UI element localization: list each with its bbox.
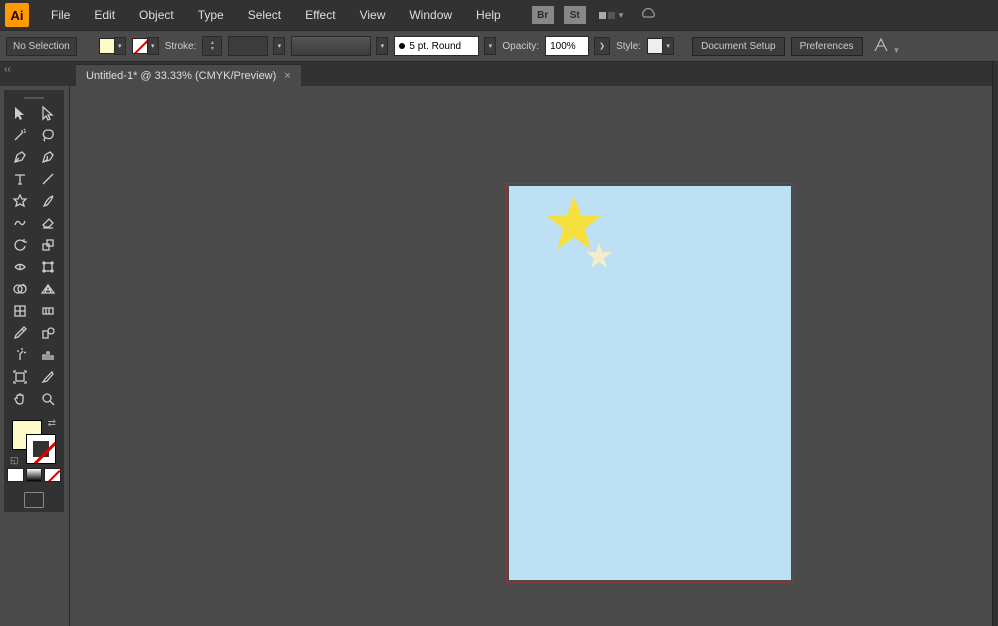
magic-wand-tool[interactable] [6, 124, 34, 146]
symbol-sprayer-tool[interactable] [6, 344, 34, 366]
brush-label: 5 pt. Round [409, 41, 461, 52]
paintbrush-tool[interactable] [34, 190, 62, 212]
fill-stroke-control[interactable]: ⇄ ◱ [6, 418, 62, 464]
color-mode-none[interactable] [44, 468, 61, 482]
variable-width-profile[interactable] [291, 36, 371, 56]
chevron-down-icon: ▾ [114, 37, 126, 55]
stock-icon[interactable]: St [564, 6, 586, 24]
chevron-down-icon: ▾ [619, 10, 624, 21]
tab-title: Untitled-1* @ 33.33% (CMYK/Preview) [86, 70, 276, 82]
no-stroke-icon [132, 38, 148, 54]
scale-tool[interactable] [34, 234, 62, 256]
opacity-field[interactable]: 100% [545, 36, 589, 56]
free-transform-tool[interactable] [34, 256, 62, 278]
menu-edit[interactable]: Edit [84, 4, 125, 26]
fill-color-icon [99, 38, 115, 54]
selection-status: No Selection [6, 37, 77, 56]
column-graph-tool[interactable] [34, 344, 62, 366]
close-icon[interactable]: × [284, 70, 290, 82]
width-tool[interactable] [6, 256, 34, 278]
eyedropper-tool[interactable] [6, 322, 34, 344]
shape-tool[interactable] [6, 190, 34, 212]
style-swatch-icon [647, 38, 663, 54]
type-tool[interactable] [6, 168, 34, 190]
menu-view[interactable]: View [350, 4, 396, 26]
bridge-icon[interactable]: Br [532, 6, 554, 24]
shape-builder-tool[interactable] [6, 278, 34, 300]
tools-panel-container: ⇄ ◱ [0, 86, 70, 626]
document-tabs: Untitled-1* @ 33.33% (CMYK/Preview) × [0, 62, 998, 86]
arrange-documents-icon[interactable]: ▾ [599, 10, 624, 21]
document-setup-button[interactable]: Document Setup [692, 37, 785, 56]
chevron-down-icon[interactable]: ▾ [484, 37, 496, 55]
artboard[interactable] [509, 186, 791, 580]
menu-effect[interactable]: Effect [295, 4, 345, 26]
menu-select[interactable]: Select [238, 4, 291, 26]
stroke-weight-value[interactable] [228, 36, 268, 56]
brush-definition[interactable]: 5 pt. Round [394, 36, 479, 56]
align-to-icon[interactable]: ▾ [873, 37, 899, 56]
brush-dot-icon [399, 43, 405, 49]
shaper-tool[interactable] [6, 212, 34, 234]
opacity-label: Opacity: [502, 41, 539, 52]
chevron-down-icon: ▾ [147, 37, 159, 55]
artboard-outline [506, 183, 794, 583]
blend-tool[interactable] [34, 322, 62, 344]
opacity-chevron-icon[interactable]: ❯ [594, 37, 610, 55]
stroke-weight-field[interactable]: ▴▾ [202, 36, 222, 56]
selection-tool[interactable] [6, 102, 34, 124]
tools-panel: ⇄ ◱ [4, 90, 64, 512]
chevron-down-icon[interactable]: ▾ [376, 37, 388, 55]
stroke-label: Stroke: [165, 41, 197, 52]
curvature-tool[interactable] [34, 146, 62, 168]
zoom-tool[interactable] [34, 388, 62, 410]
lasso-tool[interactable] [34, 124, 62, 146]
mesh-tool[interactable] [6, 300, 34, 322]
graphic-style[interactable]: ▾ [647, 37, 674, 55]
small-star-shape[interactable] [585, 242, 613, 270]
sync-settings-icon[interactable] [639, 7, 657, 24]
direct-selection-tool[interactable] [34, 102, 62, 124]
fill-swatch[interactable]: ▾ [99, 37, 126, 55]
artboard-tool[interactable] [6, 366, 34, 388]
menu-object[interactable]: Object [129, 4, 184, 26]
chevron-down-icon: ▾ [662, 37, 674, 55]
color-mode-gradient[interactable] [26, 468, 43, 482]
swap-fill-stroke-icon[interactable]: ⇄ [48, 418, 56, 429]
default-fill-stroke-icon[interactable]: ◱ [10, 455, 19, 466]
gradient-tool[interactable] [34, 300, 62, 322]
right-panel-edge[interactable] [992, 62, 998, 626]
slice-tool[interactable] [34, 366, 62, 388]
line-segment-tool[interactable] [34, 168, 62, 190]
panel-grip-icon[interactable] [6, 94, 62, 102]
menu-type[interactable]: Type [188, 4, 234, 26]
stroke-swatch[interactable]: ▾ [132, 37, 159, 55]
pen-tool[interactable] [6, 146, 34, 168]
document-tab[interactable]: Untitled-1* @ 33.33% (CMYK/Preview) × [76, 64, 301, 86]
menu-help[interactable]: Help [466, 4, 511, 26]
style-label: Style: [616, 41, 641, 52]
stroke-indicator[interactable] [26, 434, 56, 464]
panel-collapse-icon[interactable]: ‹‹ [4, 64, 11, 75]
canvas-area[interactable] [70, 86, 998, 626]
chevron-down-icon: ▾ [894, 45, 899, 55]
menu-file[interactable]: File [41, 4, 80, 26]
eraser-tool[interactable] [34, 212, 62, 234]
screen-mode-icon[interactable] [24, 492, 44, 508]
preferences-button[interactable]: Preferences [791, 37, 863, 56]
app-logo: Ai [5, 3, 29, 27]
color-mode-solid[interactable] [7, 468, 24, 482]
menu-window[interactable]: Window [399, 4, 462, 26]
menu-bar: Ai File Edit Object Type Select Effect V… [0, 0, 998, 30]
rotate-tool[interactable] [6, 234, 34, 256]
perspective-grid-tool[interactable] [34, 278, 62, 300]
control-bar: No Selection ▾ ▾ Stroke: ▴▾ ▾ ▾ 5 pt. Ro… [0, 30, 998, 62]
chevron-down-icon[interactable]: ▾ [273, 37, 285, 55]
color-mode-row [6, 468, 62, 482]
hand-tool[interactable] [6, 388, 34, 410]
